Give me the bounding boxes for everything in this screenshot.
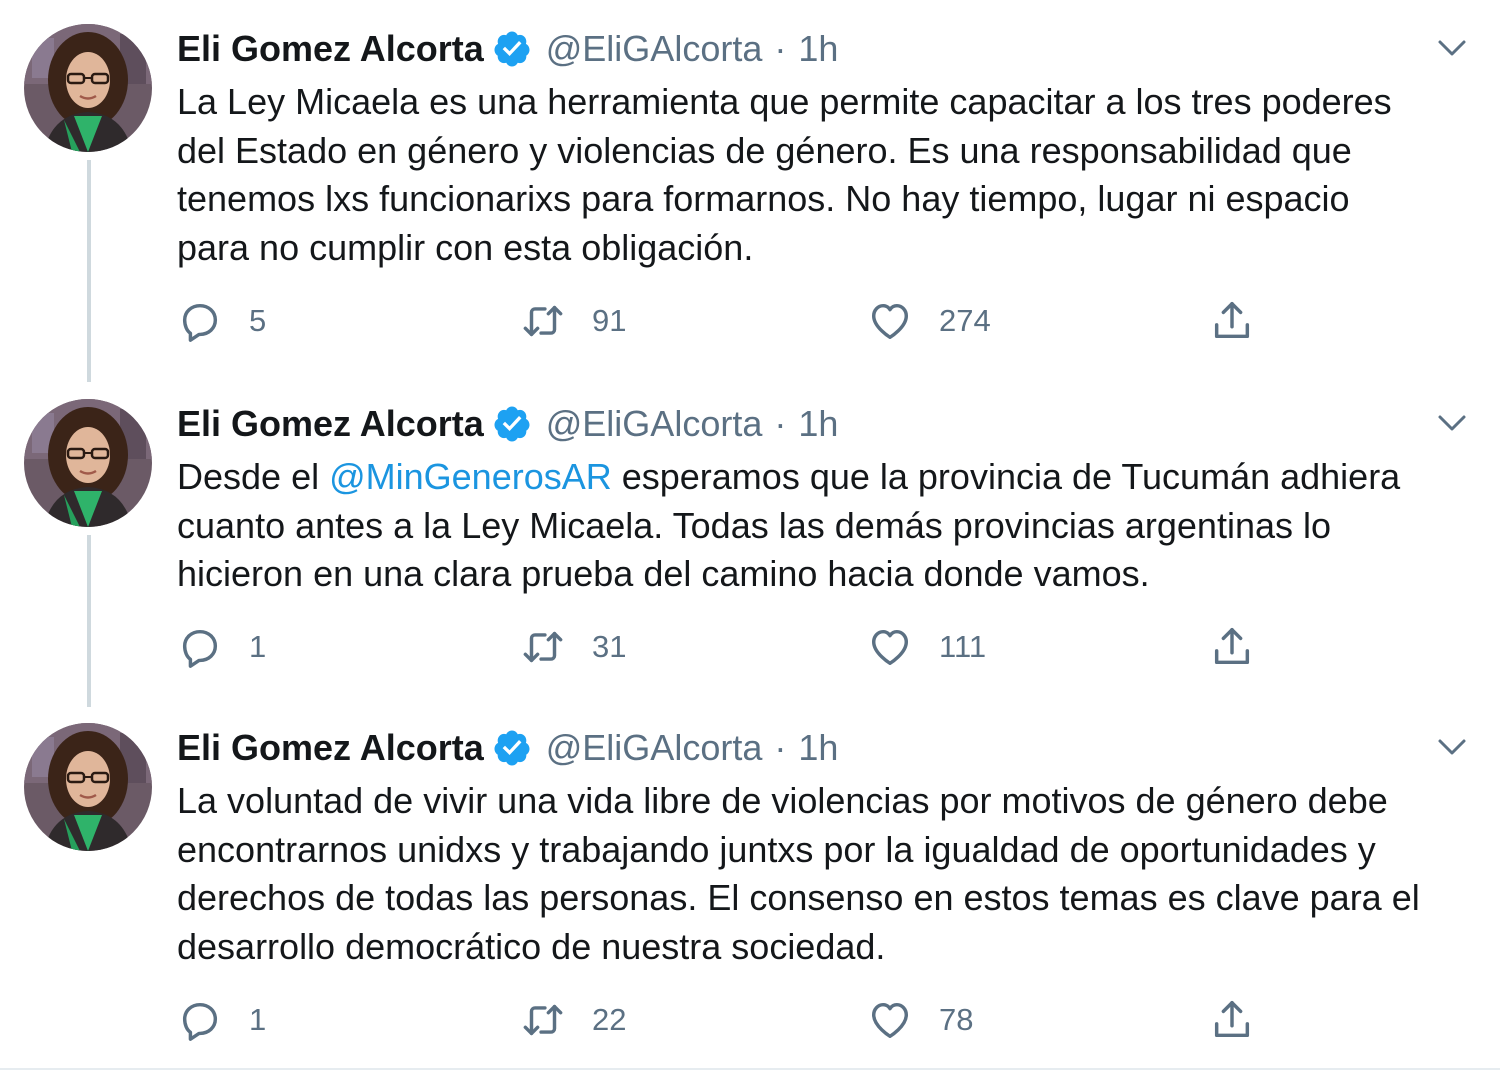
retweet-icon: [520, 624, 566, 670]
verified-badge-icon: [492, 728, 532, 768]
retweet-icon: [520, 997, 566, 1043]
tweet-actions: 5 91 274: [177, 297, 1277, 345]
tweet-header: Eli Gomez Alcorta @EliGAlcorta · 1h: [177, 399, 838, 449]
retweet-count: 91: [592, 303, 627, 338]
reply-icon: [177, 624, 223, 670]
mention-link[interactable]: @MinGenerosAR: [329, 456, 612, 497]
like-button[interactable]: 274: [867, 297, 991, 345]
tweet[interactable]: Eli Gomez Alcorta @EliGAlcorta · 1h Desd…: [0, 399, 1500, 699]
like-button[interactable]: 111: [867, 623, 986, 671]
like-count: 111: [939, 629, 987, 664]
tweet-header: Eli Gomez Alcorta @EliGAlcorta · 1h: [177, 723, 838, 773]
share-icon: [1209, 298, 1255, 344]
reply-button[interactable]: 1: [177, 623, 266, 671]
timestamp[interactable]: 1h: [798, 28, 838, 70]
tweet-text-line: desarrollo democrático de nuestra socied…: [177, 925, 886, 967]
tweet-text: Desde el @MinGenerosAR esperamos que la …: [177, 453, 1477, 599]
tweet-header: Eli Gomez Alcorta @EliGAlcorta · 1h: [177, 24, 838, 74]
share-button[interactable]: [1209, 623, 1255, 671]
reply-button[interactable]: 5: [177, 297, 266, 345]
tweet-text-line: Desde el @MinGenerosAR esperamos que la …: [177, 453, 1477, 502]
separator-dot: ·: [774, 727, 787, 768]
retweet-icon: [520, 298, 566, 344]
reply-icon: [177, 298, 223, 344]
tweet[interactable]: Eli Gomez Alcorta @EliGAlcorta · 1h La L…: [0, 24, 1500, 364]
like-count: 78: [939, 1002, 974, 1037]
author-name[interactable]: Eli Gomez Alcorta: [177, 727, 484, 769]
tweet-actions: 1 22 78: [177, 996, 1277, 1044]
chevron-down-icon[interactable]: [1434, 729, 1470, 765]
retweet-button[interactable]: 22: [520, 996, 626, 1044]
retweet-count: 22: [592, 1002, 627, 1037]
tweet-text-line: tenemos lxs funcionarixs para formarnos.…: [177, 178, 1350, 219]
share-icon: [1209, 624, 1255, 670]
tweet[interactable]: Eli Gomez Alcorta @EliGAlcorta · 1h La v…: [0, 723, 1500, 1063]
text-segment: esperamos que la provincia de Tucumán ad…: [611, 456, 1401, 497]
tweet-text-line: derechos de todas las personas. El conse…: [177, 877, 1420, 918]
separator-dot: ·: [774, 28, 787, 69]
retweet-count: 31: [592, 629, 627, 664]
author-handle[interactable]: @EliGAlcorta: [546, 28, 763, 70]
avatar[interactable]: [24, 723, 152, 851]
heart-icon: [867, 624, 913, 670]
tweet-text-line: para no cumplir con esta obligación.: [177, 226, 754, 268]
avatar[interactable]: [24, 24, 152, 152]
retweet-button[interactable]: 31: [520, 623, 626, 671]
share-icon: [1209, 997, 1255, 1043]
chevron-down-icon[interactable]: [1434, 405, 1470, 441]
tweet-actions: 1 31 111: [177, 623, 1277, 671]
tweet-text-line: encontrarnos unidxs y trabajando juntxs …: [177, 828, 1376, 870]
reply-count: 1: [249, 1002, 267, 1037]
share-button[interactable]: [1209, 996, 1255, 1044]
tweet-text: La Ley Micaela es una herramienta que pe…: [177, 78, 1477, 272]
like-count: 274: [939, 303, 991, 338]
text-segment: Desde el: [177, 456, 330, 497]
tweet-text: La voluntad de vivir una vida libre de v…: [177, 777, 1477, 971]
like-button[interactable]: 78: [867, 996, 973, 1044]
author-handle[interactable]: @EliGAlcorta: [546, 403, 763, 445]
reply-count: 5: [249, 303, 267, 338]
share-button[interactable]: [1209, 297, 1255, 345]
tweet-text-line: La Ley Micaela es una herramienta que pe…: [177, 81, 1392, 122]
avatar[interactable]: [24, 399, 152, 527]
author-name[interactable]: Eli Gomez Alcorta: [177, 28, 484, 70]
chevron-down-icon[interactable]: [1434, 30, 1470, 66]
timestamp[interactable]: 1h: [798, 403, 838, 445]
verified-badge-icon: [492, 29, 532, 69]
retweet-button[interactable]: 91: [520, 297, 626, 345]
heart-icon: [867, 997, 913, 1043]
verified-badge-icon: [492, 404, 532, 444]
tweet-text-line: hicieron en una clara prueba del camino …: [177, 553, 1150, 594]
timeline-divider: [0, 1068, 1500, 1070]
heart-icon: [867, 298, 913, 344]
reply-count: 1: [249, 629, 267, 664]
author-name[interactable]: Eli Gomez Alcorta: [177, 403, 484, 445]
separator-dot: ·: [774, 403, 787, 444]
tweet-text-line: La voluntad de vivir una vida libre de v…: [177, 780, 1388, 821]
reply-icon: [177, 997, 223, 1043]
timestamp[interactable]: 1h: [798, 727, 838, 769]
tweet-text-line: del Estado en género y violencias de gén…: [177, 129, 1352, 171]
author-handle[interactable]: @EliGAlcorta: [546, 727, 763, 769]
reply-button[interactable]: 1: [177, 996, 266, 1044]
tweet-text-line: cuanto antes a la Ley Micaela. Todas las…: [177, 504, 1332, 546]
